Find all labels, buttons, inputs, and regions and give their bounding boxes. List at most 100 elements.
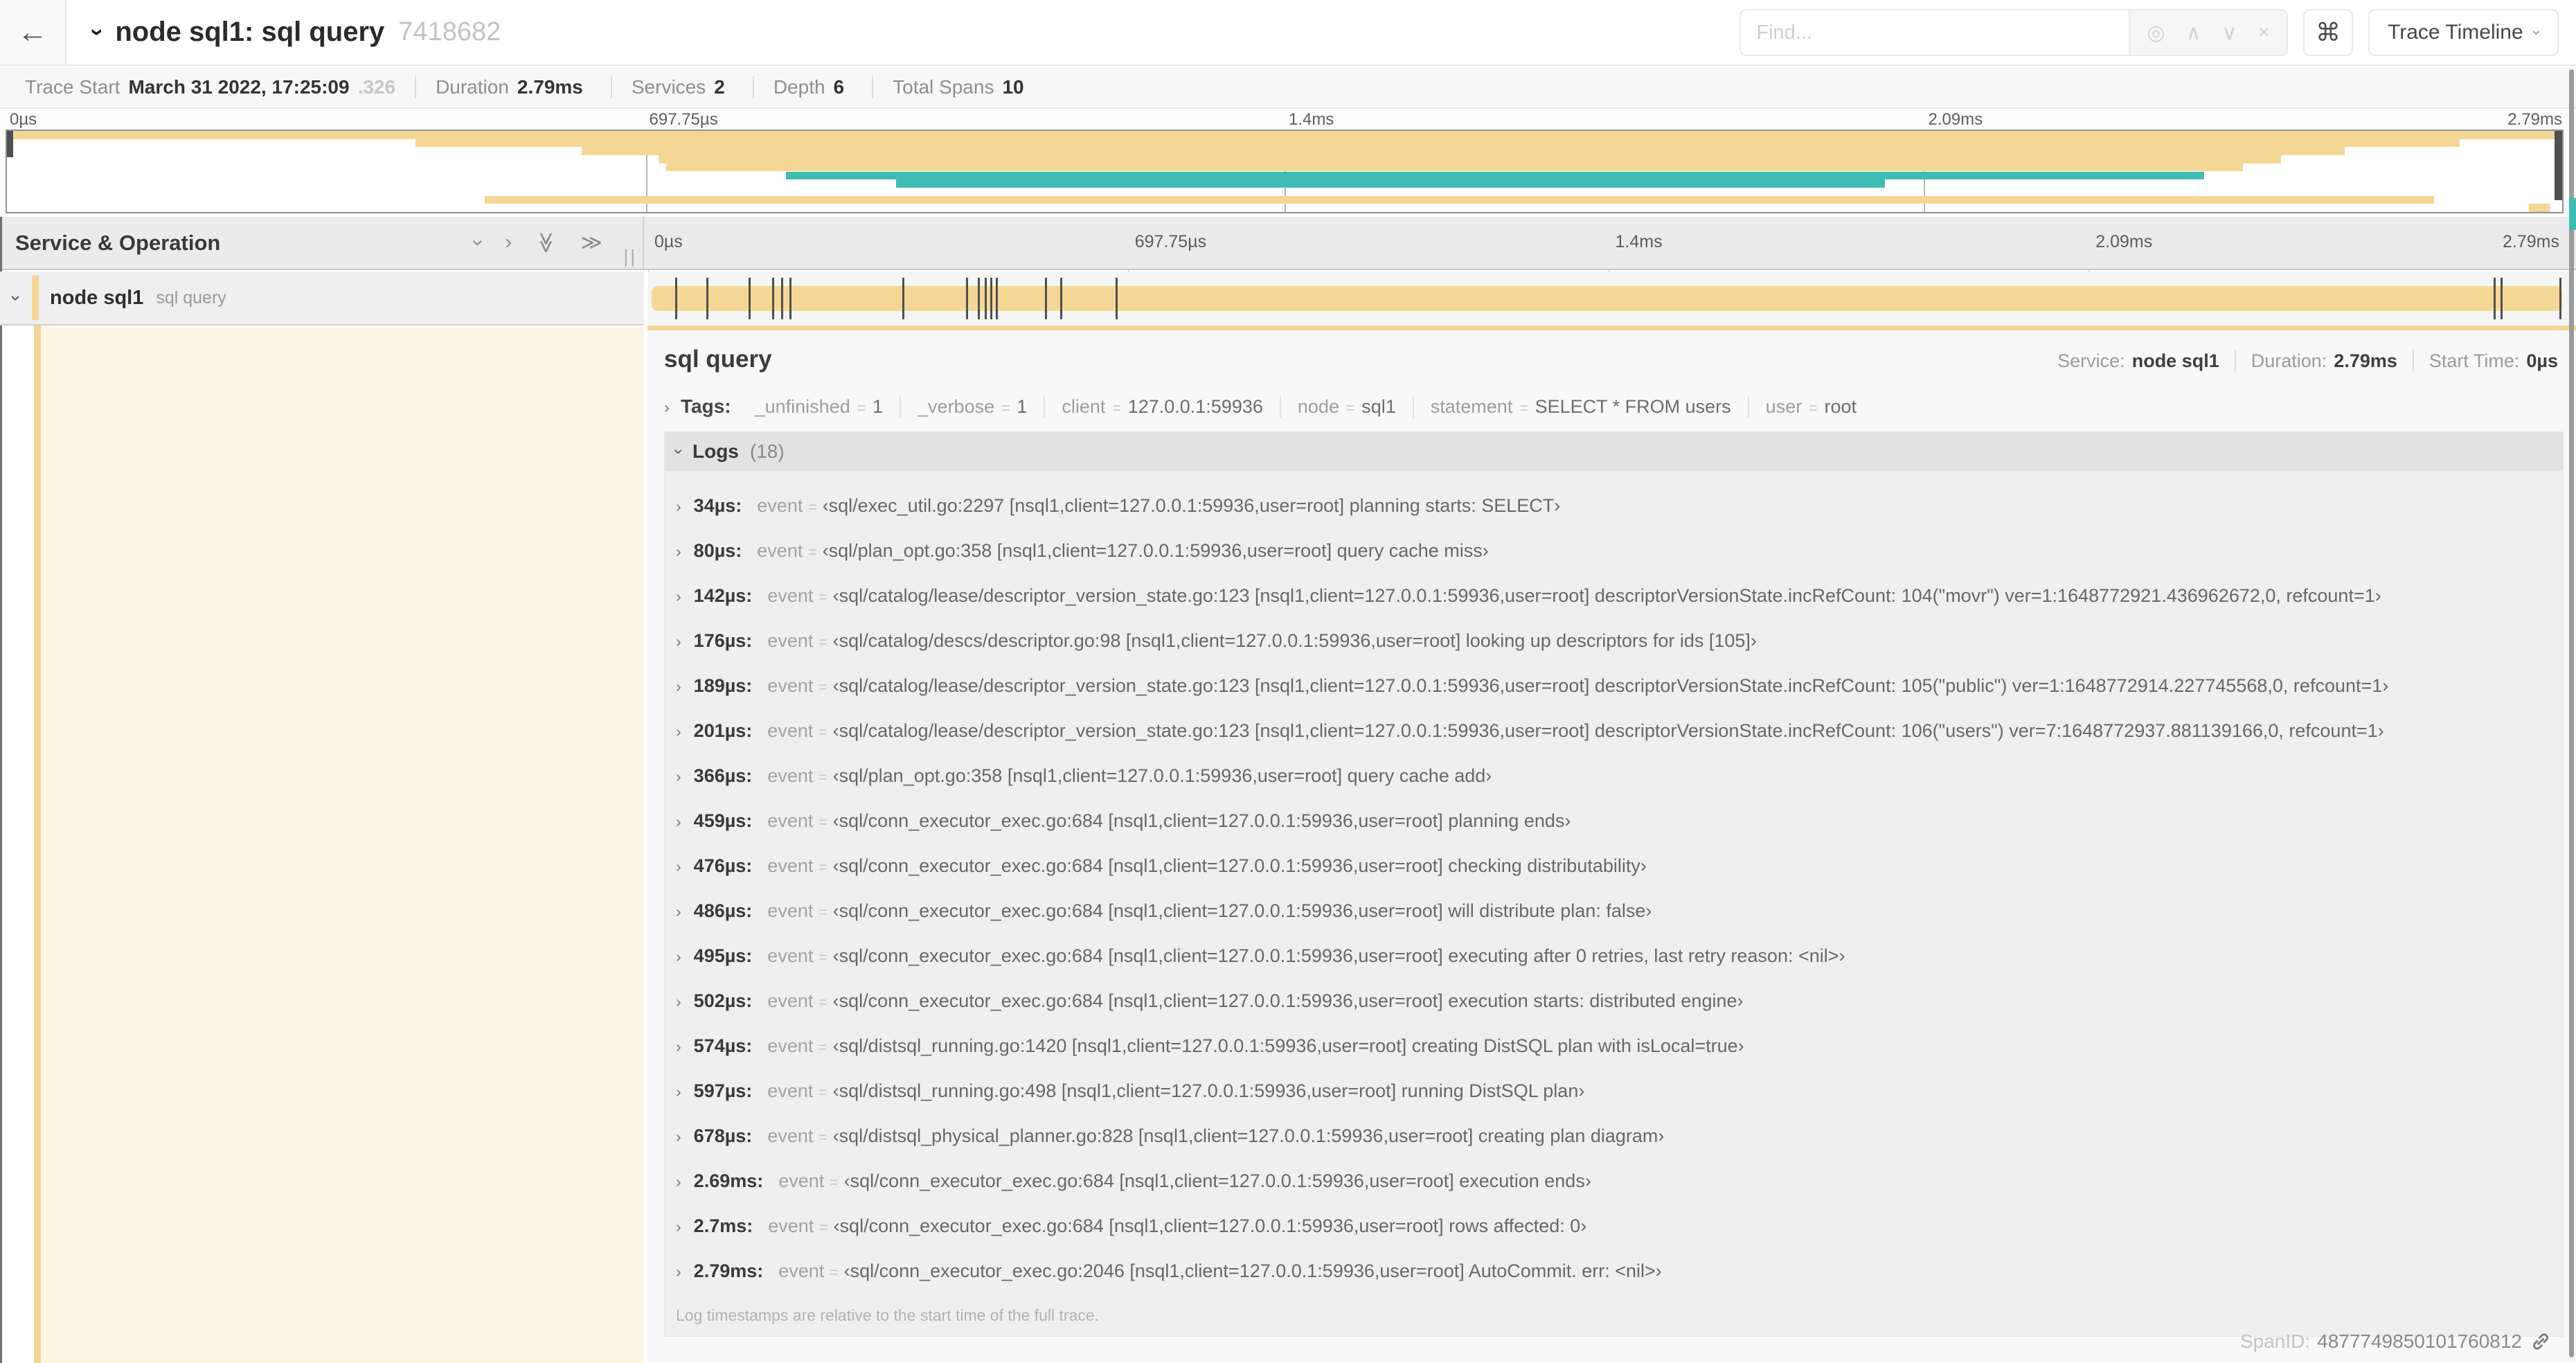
- log-entry[interactable]: › 495µs: event = ‹sql/conn_executor_exec…: [665, 934, 2563, 979]
- collapse-all-icon[interactable]: ≫: [534, 232, 558, 253]
- tags-row[interactable]: › Tags: _unfinished = 1 _verbose = 1 cli…: [647, 377, 2576, 431]
- vertical-scrollbar[interactable]: [2569, 69, 2574, 1357]
- log-marker-tick[interactable]: [780, 278, 783, 319]
- log-entry[interactable]: › 476µs: event = ‹sql/conn_executor_exec…: [665, 844, 2563, 889]
- log-marker-tick[interactable]: [2500, 278, 2503, 319]
- log-marker-tick[interactable]: [674, 278, 677, 319]
- tag-item: client = 127.0.0.1:59936: [1044, 396, 1279, 418]
- log-entry[interactable]: › 2.7ms: event = ‹sql/conn_executor_exec…: [665, 1204, 2563, 1249]
- log-expand-chevron-icon[interactable]: ›: [676, 677, 681, 696]
- log-expand-chevron-icon[interactable]: ›: [676, 632, 681, 651]
- log-entry[interactable]: › 34µs: event = ‹sql/exec_util.go:2297 […: [665, 483, 2563, 528]
- tags-expand-chevron-icon[interactable]: ›: [664, 398, 670, 418]
- log-expand-chevron-icon[interactable]: ›: [676, 497, 681, 516]
- clear-find-icon[interactable]: ×: [2258, 21, 2271, 44]
- expand-all-icon[interactable]: ≫: [581, 231, 602, 255]
- log-marker-tick[interactable]: [902, 278, 904, 319]
- log-marker-tick[interactable]: [995, 278, 998, 319]
- log-expand-chevron-icon[interactable]: ›: [676, 857, 681, 876]
- log-marker-tick[interactable]: [772, 278, 775, 319]
- log-entry[interactable]: › 574µs: event = ‹sql/distsql_running.go…: [665, 1024, 2563, 1069]
- back-button[interactable]: ←: [0, 0, 66, 64]
- log-equals: =: [819, 814, 828, 830]
- find-input[interactable]: [1741, 10, 2129, 55]
- log-entry[interactable]: › 597µs: event = ‹sql/distsql_running.go…: [665, 1069, 2563, 1114]
- minimap-axis-labels: 0µs 697.75µs 1.4ms 2.09ms 2.79ms: [6, 110, 2564, 129]
- log-marker-tick[interactable]: [977, 278, 980, 319]
- log-entry[interactable]: › 366µs: event = ‹sql/plan_opt.go:358 [n…: [665, 754, 2563, 799]
- logs-header[interactable]: › Logs (18): [665, 432, 2563, 471]
- log-expand-chevron-icon[interactable]: ›: [676, 587, 681, 606]
- logs-collapse-chevron-icon[interactable]: ›: [669, 449, 688, 454]
- log-marker-tick[interactable]: [984, 278, 987, 319]
- log-marker-tick[interactable]: [1060, 278, 1063, 319]
- log-expand-chevron-icon[interactable]: ›: [676, 902, 681, 921]
- log-field-value: ‹sql/distsql_running.go:498 [nsql1,clien…: [832, 1080, 1585, 1101]
- log-timestamp: 34µs:: [693, 495, 742, 516]
- summary-value: 6: [833, 76, 845, 98]
- keyboard-shortcuts-button[interactable]: ⌘: [2303, 9, 2354, 56]
- log-marker-tick[interactable]: [789, 278, 791, 319]
- span-row-timeline-cell: [647, 271, 2569, 326]
- log-expand-chevron-icon[interactable]: ›: [676, 812, 681, 831]
- log-marker-tick[interactable]: [1116, 278, 1118, 319]
- log-entry[interactable]: › 678µs: event = ‹sql/distsql_physical_p…: [665, 1114, 2563, 1159]
- summary-item: Trace Start March 31 2022, 17:25:09 .326: [6, 76, 415, 98]
- log-expand-chevron-icon[interactable]: ›: [676, 1173, 681, 1191]
- log-expand-chevron-icon[interactable]: ›: [676, 542, 681, 561]
- log-expand-chevron-icon[interactable]: ›: [676, 947, 681, 966]
- log-expand-chevron-icon[interactable]: ›: [676, 1083, 681, 1101]
- log-entry[interactable]: › 176µs: event = ‹sql/catalog/descs/desc…: [665, 618, 2563, 663]
- trace-title-group: › node sql1: sql query 7418682: [84, 0, 501, 64]
- log-expand-chevron-icon[interactable]: ›: [676, 1037, 681, 1056]
- log-timestamp: 502µs:: [693, 990, 753, 1011]
- minimap-left-scrubber-handle[interactable]: [7, 131, 13, 157]
- log-field-key: event: [757, 495, 803, 516]
- trace-view-dropdown[interactable]: Trace Timeline ›: [2368, 9, 2559, 56]
- next-match-icon[interactable]: ∨: [2222, 21, 2237, 45]
- tag-value: 127.0.0.1:59936: [1127, 396, 1263, 417]
- log-timestamp: 80µs:: [693, 540, 742, 561]
- span-id-value: 4877749850101760812: [2317, 1330, 2522, 1352]
- log-marker-tick[interactable]: [749, 278, 751, 319]
- expand-one-icon[interactable]: ›: [505, 231, 512, 255]
- span-meta-label: Duration:: [2251, 350, 2327, 371]
- log-entry[interactable]: › 2.79ms: event = ‹sql/conn_executor_exe…: [665, 1249, 2563, 1294]
- log-marker-tick[interactable]: [1044, 278, 1047, 319]
- log-entry[interactable]: › 189µs: event = ‹sql/catalog/lease/desc…: [665, 663, 2563, 709]
- log-timestamp: 459µs:: [693, 810, 753, 831]
- minimap-tick-label: 1.4ms: [1289, 110, 1334, 129]
- minimap-right-scrubber-handle[interactable]: [2555, 131, 2562, 200]
- log-expand-chevron-icon[interactable]: ›: [676, 767, 681, 786]
- log-marker-tick[interactable]: [706, 278, 709, 319]
- log-entry[interactable]: › 142µs: event = ‹sql/catalog/lease/desc…: [665, 573, 2563, 618]
- log-entry[interactable]: › 2.69ms: event = ‹sql/conn_executor_exe…: [665, 1159, 2563, 1204]
- log-expand-chevron-icon[interactable]: ›: [676, 1218, 681, 1236]
- timeline-minimap: 0µs 697.75µs 1.4ms 2.09ms 2.79ms: [0, 110, 2576, 215]
- log-entry[interactable]: › 80µs: event = ‹sql/plan_opt.go:358 [ns…: [665, 528, 2563, 573]
- log-equals: =: [819, 950, 828, 965]
- log-entry[interactable]: › 201µs: event = ‹sql/catalog/lease/desc…: [665, 709, 2563, 754]
- log-field-key: event: [767, 585, 814, 606]
- column-resize-grip[interactable]: ||: [623, 246, 637, 267]
- log-entry[interactable]: › 486µs: event = ‹sql/conn_executor_exec…: [665, 889, 2563, 934]
- prev-match-icon[interactable]: ∧: [2186, 21, 2201, 45]
- log-marker-tick[interactable]: [2559, 278, 2561, 319]
- log-expand-chevron-icon[interactable]: ›: [676, 1128, 681, 1146]
- match-highlight-icon[interactable]: ◎: [2147, 21, 2165, 45]
- log-marker-tick[interactable]: [2494, 278, 2496, 319]
- span-row-name-cell[interactable]: › node sql1 sql query: [0, 271, 644, 326]
- log-marker-tick[interactable]: [965, 278, 968, 319]
- log-entry[interactable]: › 459µs: event = ‹sql/conn_executor_exec…: [665, 799, 2563, 844]
- log-expand-chevron-icon[interactable]: ›: [676, 722, 681, 741]
- collapse-trace-chevron-icon[interactable]: ›: [84, 28, 111, 36]
- log-expand-chevron-icon[interactable]: ›: [676, 992, 681, 1011]
- minimap-tick-label: 2.09ms: [1928, 110, 1983, 129]
- collapse-one-icon[interactable]: ›: [466, 240, 490, 247]
- span-collapse-chevron-icon[interactable]: ›: [0, 287, 32, 309]
- log-entry[interactable]: › 502µs: event = ‹sql/conn_executor_exec…: [665, 979, 2563, 1024]
- log-expand-chevron-icon[interactable]: ›: [676, 1263, 681, 1281]
- log-marker-tick[interactable]: [990, 278, 993, 319]
- link-icon[interactable]: [2529, 1330, 2552, 1353]
- minimap-canvas[interactable]: [6, 130, 2564, 213]
